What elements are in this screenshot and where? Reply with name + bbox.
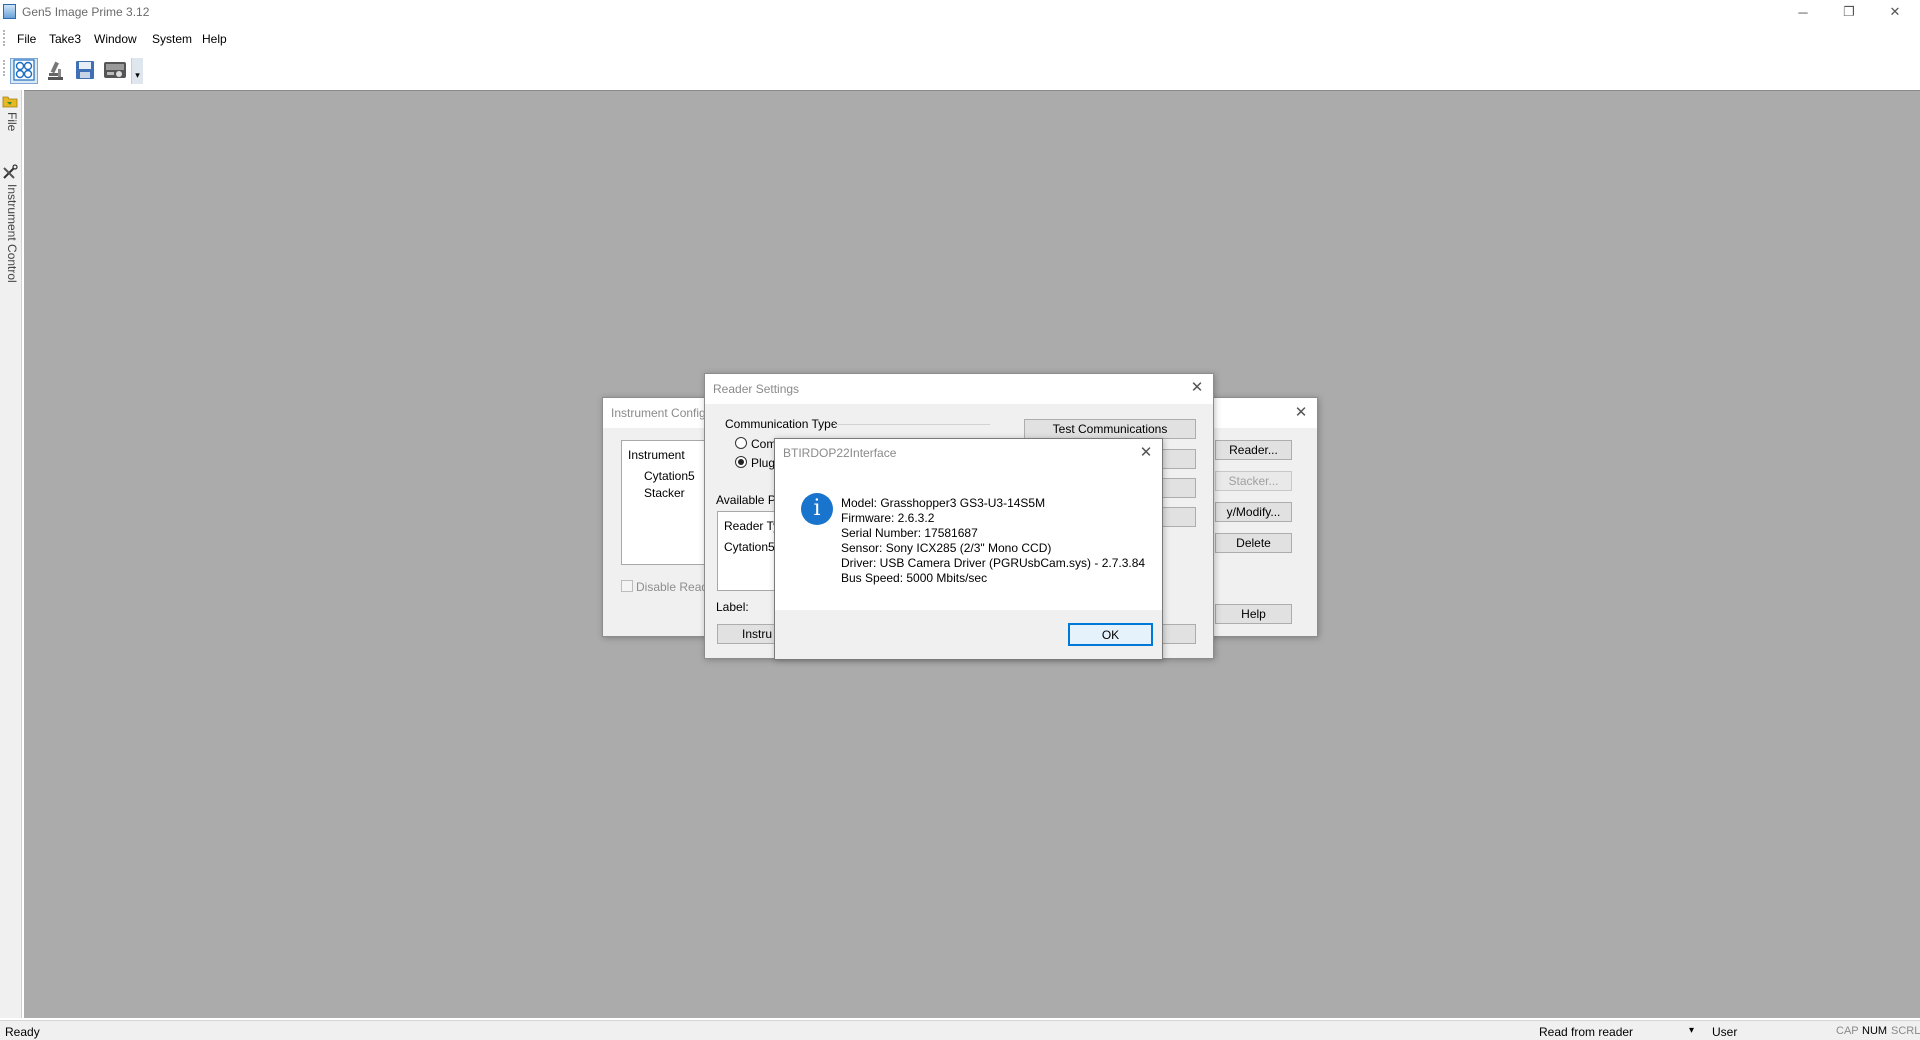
toolbar-overflow-button[interactable]: ▾ [131, 58, 143, 84]
status-bar: Ready Read from reader ▾ User CAP NUM SC… [0, 1020, 1920, 1040]
chevron-down-icon[interactable]: ▾ [1689, 1025, 1694, 1036]
app-icon [3, 4, 16, 19]
reader-settings-close-button[interactable]: ✕ [1187, 378, 1207, 398]
delete-button[interactable]: Delete [1215, 533, 1292, 553]
dock-label-file: File [5, 112, 19, 132]
information-icon: i [801, 493, 833, 525]
toolbar-grip [3, 60, 5, 76]
menu-take3[interactable]: Take3 [49, 32, 81, 46]
menu-bar: File Take3 Window System Help [0, 26, 1920, 50]
label-field-label: Label: [716, 600, 749, 614]
caps-lock-indicator: CAP [1836, 1025, 1859, 1037]
communication-type-label: Communication Type [725, 417, 838, 431]
message-box-title-bar: BTIRDOP22Interface ✕ [775, 439, 1162, 467]
reader-icon [103, 59, 127, 84]
message-box-title: BTIRDOP22Interface [783, 446, 897, 460]
help-button[interactable]: Help [1215, 604, 1292, 624]
instrument-list[interactable]: Instrument Cytation5 Stacker [621, 440, 716, 565]
reader-type-column-header: Reader Ty [724, 519, 780, 533]
save-icon [74, 59, 96, 84]
save-button[interactable] [71, 58, 99, 84]
close-window-button[interactable]: ✕ [1872, 0, 1918, 24]
plate-layout-button[interactable] [10, 58, 38, 84]
camera-serial-text: Serial Number: 17581687 [841, 526, 978, 540]
reader-settings-title-bar: Reader Settings ✕ [705, 374, 1213, 404]
microscope-button[interactable] [41, 58, 69, 84]
minimize-button[interactable]: ─ [1780, 0, 1826, 24]
left-dock: File Instrument Control [0, 90, 22, 1018]
menu-file[interactable]: File [17, 32, 36, 46]
disable-reader-checkbox[interactable] [621, 580, 633, 592]
com-port-radio-label: Com [751, 437, 777, 451]
instrument-list-header: Instrument [628, 448, 685, 462]
plugin-list-item[interactable]: Cytation5 [724, 540, 775, 554]
communication-group-line [835, 424, 990, 425]
menu-grip [3, 30, 5, 46]
reader-button[interactable] [101, 58, 129, 84]
camera-firmware-text: Firmware: 2.6.3.2 [841, 511, 935, 525]
toolbar: ▾ [0, 54, 145, 88]
camera-info-message-box: BTIRDOP22Interface ✕ i Model: Grasshoppe… [774, 438, 1163, 660]
message-box-close-button[interactable]: ✕ [1136, 443, 1156, 463]
plate-layout-icon [13, 58, 35, 84]
menu-window[interactable]: Window [94, 32, 137, 46]
instrument-list-item[interactable]: Cytation5 [644, 469, 695, 483]
window-title: Gen5 Image Prime 3.12 [22, 5, 150, 19]
read-mode-dropdown[interactable]: Read from reader [1539, 1025, 1633, 1039]
dock-label-instrument-control: Instrument Control [5, 184, 19, 283]
reader-settings-title: Reader Settings [713, 382, 800, 396]
reader-button[interactable]: Reader... [1215, 440, 1292, 460]
test-communications-button[interactable]: Test Communications [1024, 419, 1196, 439]
status-ready-text: Ready [5, 1025, 40, 1039]
camera-sensor-text: Sensor: Sony ICX285 (2/3" Mono CCD) [841, 541, 1052, 555]
plug-radio[interactable] [735, 456, 747, 468]
status-user-text: User [1712, 1025, 1738, 1039]
microscope-icon [44, 59, 66, 84]
view-modify-button[interactable]: y/Modify... [1215, 502, 1292, 522]
instrument-config-title: Instrument Configu [611, 406, 713, 420]
restore-button[interactable]: ❐ [1826, 0, 1872, 24]
instrument-config-close-button[interactable]: ✕ [1291, 403, 1311, 423]
camera-model-text: Model: Grasshopper3 GS3-U3-14S5M [841, 496, 1046, 510]
camera-driver-text: Driver: USB Camera Driver (PGRUsbCam.sys… [841, 556, 1146, 570]
camera-bus-speed-text: Bus Speed: 5000 Mbits/sec [841, 571, 988, 585]
menu-help[interactable]: Help [202, 32, 227, 46]
title-bar: Gen5 Image Prime 3.12 ─ ❐ ✕ [0, 0, 1920, 24]
scroll-lock-indicator: SCRL [1891, 1025, 1920, 1037]
com-port-radio[interactable] [735, 437, 747, 449]
ok-button[interactable]: OK [1068, 623, 1153, 646]
menu-system[interactable]: System [152, 32, 192, 46]
num-lock-indicator: NUM [1862, 1025, 1888, 1037]
instrument-list-item[interactable]: Stacker [644, 486, 685, 500]
plug-radio-label: Plug [751, 456, 776, 470]
stacker-button[interactable]: Stacker... [1215, 471, 1292, 491]
